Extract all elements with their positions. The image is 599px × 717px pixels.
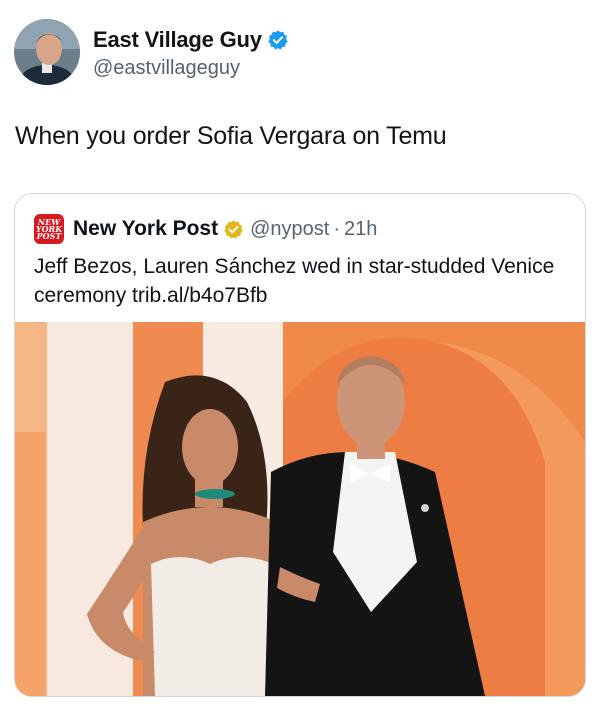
quoted-display-name[interactable]: New York Post (73, 217, 218, 241)
verified-badge-icon (267, 29, 289, 51)
quoted-tweet-text: Jeff Bezos, Lauren Sánchez wed in star-s… (34, 255, 555, 307)
quoted-tweet-card[interactable]: NEW YORK POST New York Post @nypost · 21… (14, 193, 586, 697)
tweet-text: When you order Sofia Vergara on Temu (15, 122, 447, 150)
quoted-timestamp[interactable]: 21h (344, 218, 377, 241)
news-photo-icon (15, 322, 585, 696)
name-row: East Village Guy (93, 25, 289, 55)
quoted-tweet-header: NEW YORK POST New York Post @nypost · 21… (34, 214, 377, 244)
nypost-logo-icon: NEW YORK POST (34, 214, 64, 244)
handle[interactable]: @eastvillageguy (93, 57, 289, 80)
quoted-handle[interactable]: @nypost (250, 218, 329, 241)
separator-dot: · (333, 217, 341, 240)
identity-block: East Village Guy @eastvillageguy (93, 25, 289, 80)
gold-verified-badge-icon (223, 219, 244, 240)
avatar[interactable] (14, 19, 80, 85)
profile-photo-icon (14, 19, 80, 85)
tweet-header: East Village Guy @eastvillageguy (14, 18, 289, 86)
display-name[interactable]: East Village Guy (93, 27, 262, 53)
quoted-photo[interactable] (15, 322, 585, 696)
